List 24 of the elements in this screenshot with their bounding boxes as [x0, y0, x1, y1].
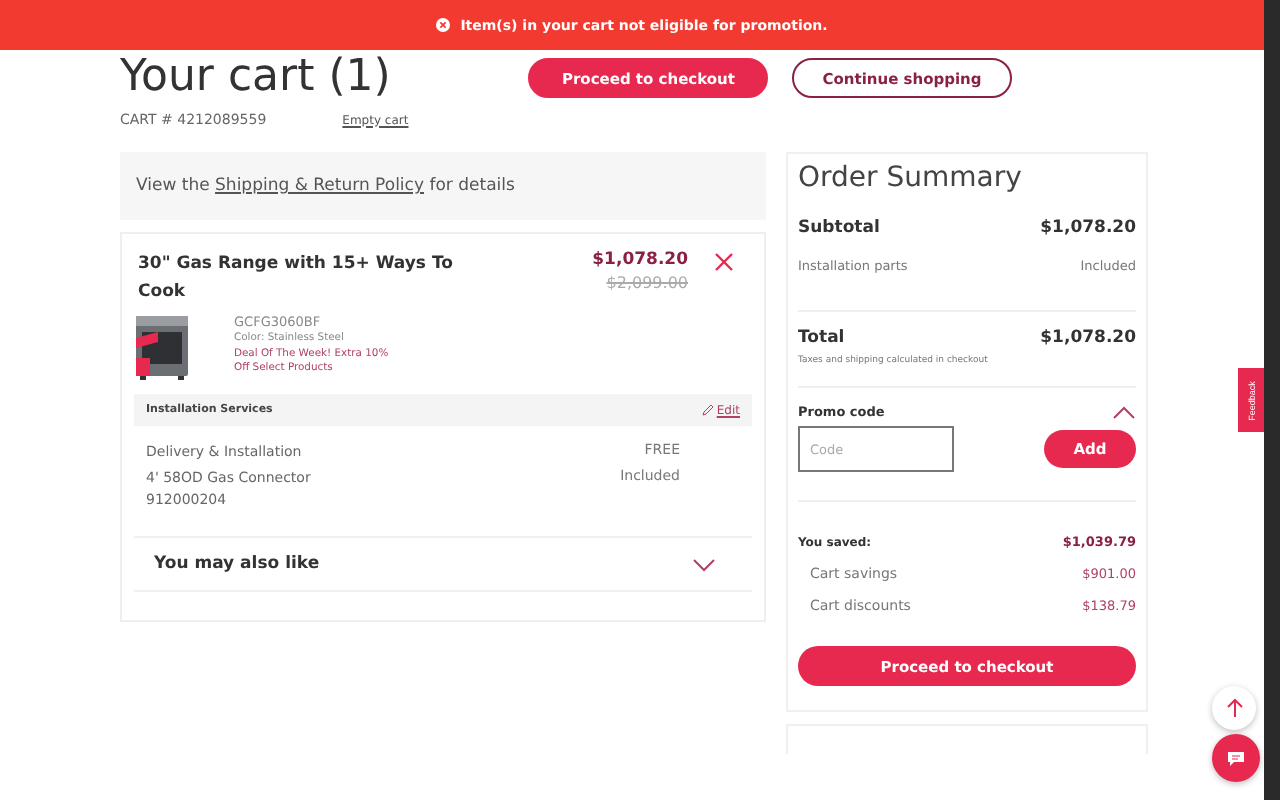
policy-link[interactable]: Shipping & Return Policy [215, 176, 425, 196]
chevron-up-icon [1112, 405, 1136, 419]
close-icon [712, 250, 736, 274]
page-title: Your cart (1) [120, 52, 393, 104]
price: $1,078.20 [592, 250, 688, 270]
chat-icon [1226, 749, 1246, 767]
scroll-top-button[interactable] [1212, 686, 1256, 730]
chat-button[interactable] [1212, 734, 1260, 782]
remove-button[interactable] [712, 250, 736, 274]
subtotal-value: $1,078.20 [1040, 218, 1136, 238]
policy-text: View the Shipping & Return Policy for details [136, 176, 515, 196]
total-value: $1,078.20 [1040, 328, 1136, 348]
promo-toggle[interactable] [1112, 405, 1136, 419]
subtotal-label: Subtotal [798, 218, 880, 238]
summary-title: Order Summary [798, 162, 1024, 194]
arrow-up-icon [1225, 698, 1243, 718]
error-icon [436, 18, 451, 32]
old-price: $2,099.00 [606, 274, 688, 292]
total-label: Total [798, 328, 845, 348]
chevron-down-icon [692, 557, 716, 571]
also-like-toggle[interactable]: You may also like [134, 536, 752, 592]
product-name: 30" Gas Range with 15+ Ways To Cook [138, 252, 455, 306]
pencil-icon [702, 404, 715, 416]
product-thumbnail-drawing [134, 314, 190, 382]
